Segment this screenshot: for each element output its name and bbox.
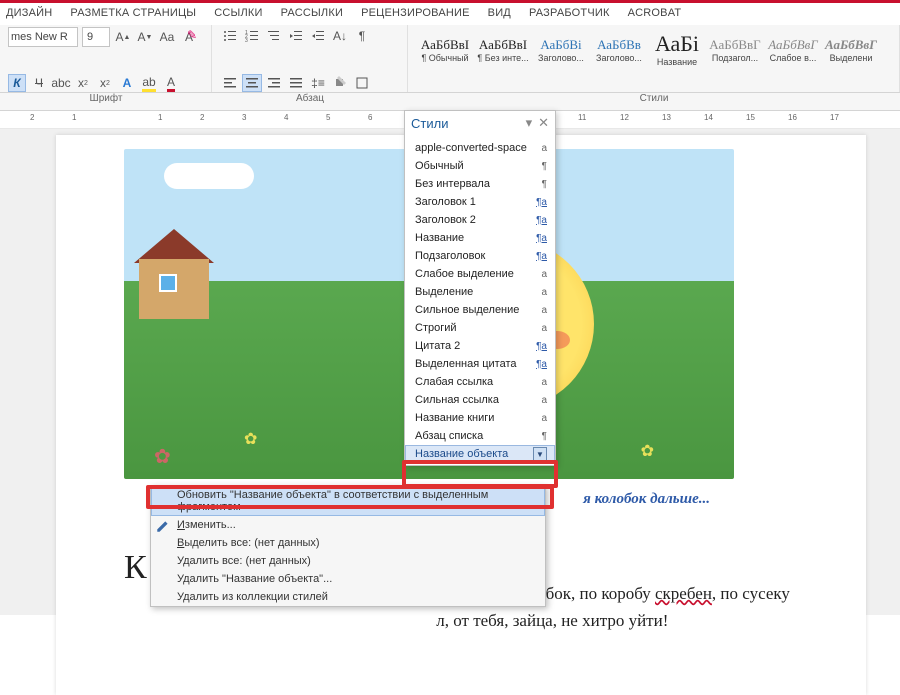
change-case-icon[interactable]: Aa — [158, 28, 176, 46]
font-color-icon[interactable]: A — [162, 74, 180, 92]
style-no-spacing[interactable]: АаБбВвІ¶ Без инте... — [474, 27, 532, 73]
style-row[interactable]: Цитата 2¶a — [405, 337, 555, 355]
style-row[interactable]: Заголовок 2¶a — [405, 211, 555, 229]
group-font: mes New R 9 A▲ A▼ Aa A✎ К Ч abc x2 x2 A … — [0, 25, 212, 92]
show-marks-icon[interactable]: ¶ — [352, 27, 372, 45]
ribbon: mes New R 9 A▲ A▼ Aa A✎ К Ч abc x2 x2 A … — [0, 25, 900, 93]
house-graphic — [134, 229, 214, 319]
style-heading1[interactable]: АаБбВіЗаголово... — [532, 27, 590, 73]
ctx-update-to-match[interactable]: Обновить "Название объекта" в соответств… — [151, 486, 545, 516]
style-row[interactable]: Заголовок 1¶a — [405, 193, 555, 211]
style-row[interactable]: Без интервала¶ — [405, 175, 555, 193]
bullets-icon[interactable] — [220, 27, 240, 45]
superscript-button[interactable]: x2 — [96, 74, 114, 92]
align-justify-icon[interactable] — [286, 74, 306, 92]
style-dropdown-icon[interactable]: ▼ — [533, 447, 547, 461]
align-center-icon[interactable] — [242, 74, 262, 92]
ctx-select-all[interactable]: Выделить все: (нет данных) — [151, 534, 545, 552]
style-title[interactable]: АаБіНазвание — [648, 27, 706, 73]
tab-review[interactable]: РЕЦЕНЗИРОВАНИЕ — [361, 7, 470, 19]
flower-icon: ✿ — [244, 429, 257, 449]
tab-page-layout[interactable]: РАЗМЕТКА СТРАНИЦЫ — [70, 7, 196, 19]
italic-button[interactable]: К — [8, 74, 26, 92]
style-row[interactable]: apple-converted-spacea — [405, 139, 555, 157]
edit-icon — [155, 519, 171, 533]
multilevel-list-icon[interactable] — [264, 27, 284, 45]
style-row[interactable]: Сильная ссылкаa — [405, 391, 555, 409]
styles-list: apple-converted-spacea Обычный¶ Без инте… — [405, 135, 555, 465]
flower-icon: ✿ — [154, 444, 171, 469]
borders-icon[interactable] — [352, 74, 372, 92]
style-row[interactable]: Сильное выделениеa — [405, 301, 555, 319]
align-right-icon[interactable] — [264, 74, 284, 92]
style-row[interactable]: Слабая ссылкаa — [405, 373, 555, 391]
style-row-selected[interactable]: Название объекта ▼ — [405, 445, 555, 463]
ribbon-group-labels: Шрифт Абзац Стили — [0, 93, 900, 111]
tab-mailings[interactable]: РАССЫЛКИ — [281, 7, 343, 19]
style-row[interactable]: Подзаголовок¶a — [405, 247, 555, 265]
pane-options-icon[interactable]: ▾ — [526, 115, 533, 131]
tab-developer[interactable]: РАЗРАБОТЧИК — [529, 7, 610, 19]
strike2-button[interactable]: abc — [52, 74, 70, 92]
styles-pane[interactable]: Стили ▾ ✕ apple-converted-spacea Обычный… — [404, 110, 556, 466]
font-size-combo[interactable]: 9 — [82, 27, 110, 47]
highlight-color-icon[interactable]: ab — [140, 74, 158, 92]
style-row[interactable]: Название¶a — [405, 229, 555, 247]
decrease-indent-icon[interactable] — [286, 27, 306, 45]
ctx-remove-from-gallery[interactable]: Удалить из коллекции стилей — [151, 588, 545, 606]
pane-close-icon[interactable]: ✕ — [538, 115, 549, 131]
sort-icon[interactable]: A↓ — [330, 27, 350, 45]
style-normal[interactable]: АаБбВвІ¶ Обычный — [416, 27, 474, 73]
style-context-menu: Обновить "Название объекта" в соответств… — [150, 485, 546, 607]
ribbon-tabs: ДИЗАЙН РАЗМЕТКА СТРАНИЦЫ ССЫЛКИ РАССЫЛКИ… — [0, 3, 900, 25]
increase-indent-icon[interactable] — [308, 27, 328, 45]
tab-design[interactable]: ДИЗАЙН — [6, 7, 52, 19]
ctx-modify[interactable]: Изменить... — [151, 516, 545, 534]
group-paragraph: 123 A↓ ¶ ‡≡ — [212, 25, 408, 92]
shading-icon[interactable] — [330, 74, 350, 92]
line-spacing-icon[interactable]: ‡≡ — [308, 74, 328, 92]
label-styles: Стили — [408, 93, 900, 110]
subscript-button[interactable]: x2 — [74, 74, 92, 92]
style-subtitle[interactable]: АаБбВвГПодзагол... — [706, 27, 764, 73]
style-row[interactable]: Абзац списка¶ — [405, 427, 555, 445]
tab-references[interactable]: ССЫЛКИ — [214, 7, 262, 19]
flower-icon: ✿ — [641, 441, 654, 461]
text-effects-icon[interactable]: A — [118, 74, 136, 92]
align-left-icon[interactable] — [220, 74, 240, 92]
style-emphasis[interactable]: АаБбВвГВыделени — [822, 27, 880, 73]
label-paragraph: Абзац — [212, 93, 408, 110]
styles-pane-title: Стили — [411, 116, 448, 131]
style-row[interactable]: Выделенная цитата¶a — [405, 355, 555, 373]
tab-acrobat[interactable]: ACROBAT — [628, 7, 682, 19]
numbering-icon[interactable]: 123 — [242, 27, 262, 45]
svg-text:3: 3 — [245, 38, 248, 43]
clear-formatting-icon[interactable]: A✎ — [180, 28, 198, 46]
styles-gallery[interactable]: АаБбВвІ¶ Обычный АаБбВвІ¶ Без инте... Аа… — [416, 27, 897, 75]
style-row[interactable]: Обычный¶ — [405, 157, 555, 175]
style-subtle-emph[interactable]: АаБбВвГСлабое в... — [764, 27, 822, 73]
tab-view[interactable]: ВИД — [488, 7, 511, 19]
group-styles: АаБбВвІ¶ Обычный АаБбВвІ¶ Без инте... Аа… — [408, 25, 900, 92]
strikethrough-button[interactable]: Ч — [30, 74, 48, 92]
style-row[interactable]: Название книгиa — [405, 409, 555, 427]
style-row[interactable]: Выделениеa — [405, 283, 555, 301]
label-font: Шрифт — [0, 93, 212, 110]
style-heading2[interactable]: АаБбВвЗаголово... — [590, 27, 648, 73]
shrink-font-icon[interactable]: A▼ — [136, 28, 154, 46]
grow-font-icon[interactable]: A▲ — [114, 28, 132, 46]
font-name-combo[interactable]: mes New R — [8, 27, 78, 47]
style-row[interactable]: Строгийa — [405, 319, 555, 337]
ctx-remove-all[interactable]: Удалить все: (нет данных) — [151, 552, 545, 570]
style-row[interactable]: Слабое выделениеa — [405, 265, 555, 283]
ctx-delete-style[interactable]: Удалить "Название объекта"... — [151, 570, 545, 588]
